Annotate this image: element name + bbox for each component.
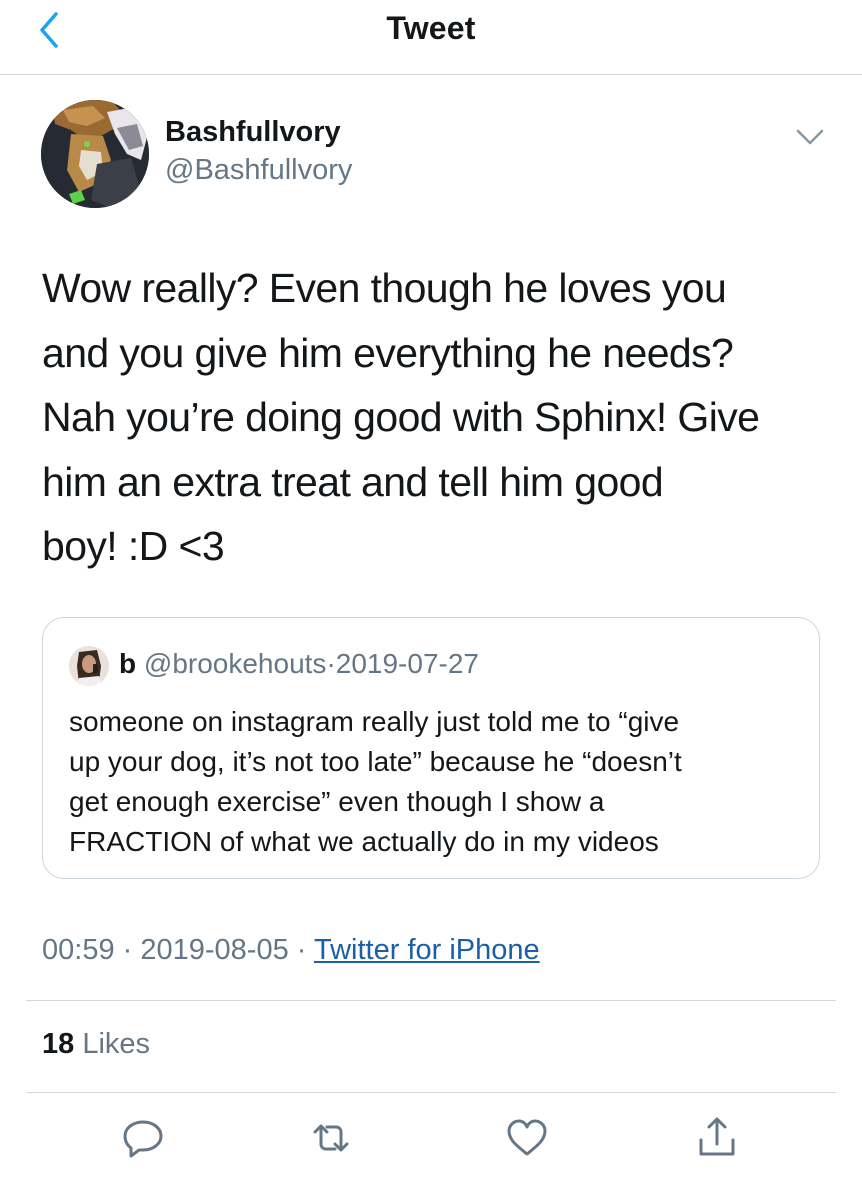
author-handle[interactable]: @Bashfullvory (165, 154, 352, 187)
share-icon (699, 1117, 735, 1156)
divider (26, 1092, 836, 1093)
likes-label: Likes (82, 1028, 151, 1060)
reply-button[interactable] (119, 1114, 167, 1162)
quoted-avatar (69, 646, 109, 686)
tweet-text: Wow really? Even though he loves you and… (42, 256, 822, 579)
quoted-handle: @brookehouts (143, 648, 327, 679)
author-display-name[interactable]: Bashfullvory (165, 116, 341, 149)
quoted-header: b @brookehouts·2019-07-27 (119, 648, 479, 680)
tweet-date: 2019-08-05 (140, 934, 289, 966)
retweet-icon (313, 1124, 349, 1152)
meta-separator: · (296, 934, 307, 966)
quoted-text: someone on instagram really just told me… (69, 702, 799, 862)
like-button[interactable] (503, 1114, 551, 1162)
avatar-image (41, 100, 149, 208)
meta-separator: · (122, 934, 133, 966)
likes-count: 18 (42, 1028, 75, 1060)
quoted-text-line: FRACTION of what we actually do in my vi… (69, 826, 659, 857)
divider (26, 1000, 836, 1001)
quoted-text-line: someone on instagram really just told me… (69, 706, 680, 737)
quoted-display-name: b (119, 648, 137, 679)
share-button[interactable] (693, 1114, 741, 1162)
tweet-text-line: Nah you’re doing good with Sphinx! Give (42, 394, 760, 440)
tweet-meta: 00:59 · 2019-08-05 · Twitter for iPhone (42, 934, 540, 967)
page-title: Tweet (386, 10, 476, 46)
retweet-button[interactable] (307, 1114, 355, 1162)
quoted-text-line: get enough exercise” even though I show … (69, 786, 605, 817)
heart-icon (507, 1119, 547, 1156)
quoted-separator: · (326, 648, 336, 679)
more-options-button[interactable] (792, 122, 828, 152)
tweet-source-link[interactable]: Twitter for iPhone (314, 934, 540, 966)
quoted-tweet-card[interactable]: b @brookehouts·2019-07-27 someone on ins… (42, 617, 820, 879)
tweet-text-line: him an extra treat and tell him good (42, 458, 664, 505)
header-bar: Tweet (0, 0, 862, 75)
quoted-avatar-image (69, 646, 109, 686)
avatar[interactable] (41, 100, 149, 208)
tweet-text-line: boy! :D <3 (42, 523, 225, 569)
tweet-time: 00:59 (42, 934, 115, 966)
chevron-down-icon (796, 129, 824, 145)
quoted-text-line: up your dog, it’s not too late” because … (69, 746, 682, 777)
tweet-text-line: Wow really? Even though he loves you (42, 265, 727, 311)
likes-stat[interactable]: 18 Likes (42, 1028, 150, 1061)
tweet-text-line: and you give him everything he needs? (42, 329, 734, 376)
reply-icon (123, 1120, 163, 1158)
quoted-date: 2019-07-27 (335, 648, 479, 679)
